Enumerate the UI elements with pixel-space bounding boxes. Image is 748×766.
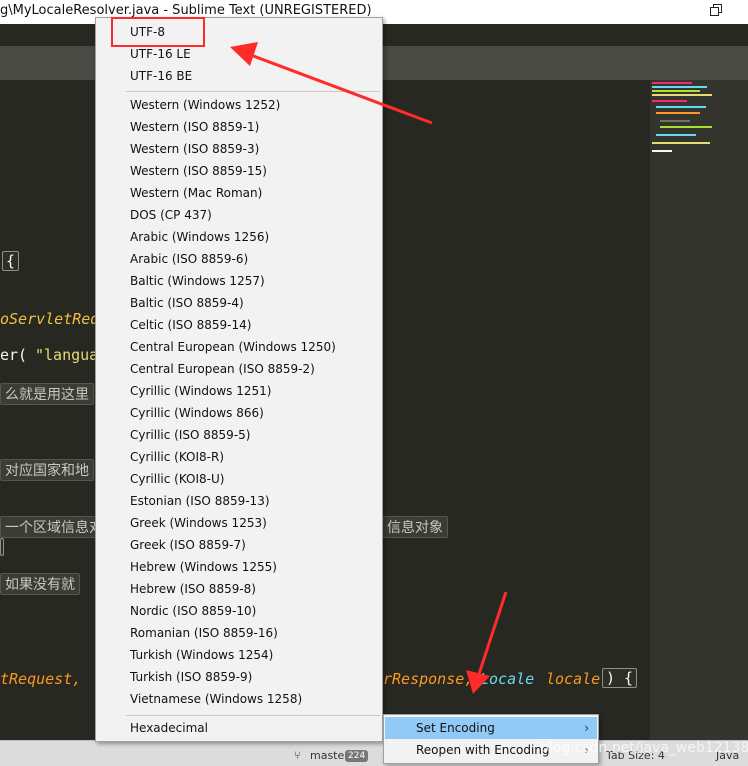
encoding-item-greek-windows-1253[interactable]: Greek (Windows 1253) bbox=[130, 512, 267, 534]
reopen-with-encoding-label: Reopen with Encoding bbox=[416, 743, 550, 757]
set-encoding-item[interactable]: Set Encoding › bbox=[385, 717, 597, 739]
code-get-parameter: er( bbox=[0, 346, 28, 364]
window-title: g\MyLocaleResolver.java - Sublime Text (… bbox=[0, 3, 372, 18]
submenu-arrow-icon: › bbox=[584, 721, 589, 735]
encoding-item-romanian-iso-8859-16[interactable]: Romanian (ISO 8859-16) bbox=[130, 622, 278, 644]
code-response-param: rResponse, bbox=[383, 670, 474, 688]
encoding-item-estonian-iso-8859-13[interactable]: Estonian (ISO 8859-13) bbox=[130, 490, 270, 512]
git-branch[interactable]: master bbox=[310, 749, 349, 762]
code-comment-2: 对应国家和地 bbox=[0, 459, 94, 481]
branch-icon: ⑂ bbox=[294, 749, 301, 762]
encoding-item-cyrillic-koi8-r[interactable]: Cyrillic (KOI8-R) bbox=[130, 446, 224, 468]
code-comment-3b: 信息对象 bbox=[382, 516, 448, 538]
encoding-item-cyrillic-iso-8859-5[interactable]: Cyrillic (ISO 8859-5) bbox=[130, 424, 250, 446]
annotation-highlight-box bbox=[111, 17, 205, 47]
encoding-item-western-iso-8859-1[interactable]: Western (ISO 8859-1) bbox=[130, 116, 259, 138]
encoding-item-western-iso-8859-3[interactable]: Western (ISO 8859-3) bbox=[130, 138, 259, 160]
encoding-item-nordic-iso-8859-10[interactable]: Nordic (ISO 8859-10) bbox=[130, 600, 256, 622]
encoding-item-baltic-iso-8859-4[interactable]: Baltic (ISO 8859-4) bbox=[130, 292, 244, 314]
code-locale-type: Locale bbox=[480, 670, 535, 688]
encoding-item-turkish-iso-8859-9[interactable]: Turkish (ISO 8859-9) bbox=[130, 666, 252, 688]
encoding-item-baltic-windows-1257[interactable]: Baltic (Windows 1257) bbox=[130, 270, 265, 292]
restore-icon[interactable] bbox=[710, 4, 724, 18]
encoding-item-central-european-iso-8859-2[interactable]: Central European (ISO 8859-2) bbox=[130, 358, 315, 380]
encoding-item-utf-16-be[interactable]: UTF-16 BE bbox=[130, 65, 192, 87]
encoding-item-dos-cp-437[interactable]: DOS (CP 437) bbox=[130, 204, 212, 226]
encoding-item-hexadecimal[interactable]: Hexadecimal bbox=[130, 717, 208, 739]
encoding-item-hebrew-iso-8859-8[interactable]: Hebrew (ISO 8859-8) bbox=[130, 578, 256, 600]
encoding-item-cyrillic-koi8-u[interactable]: Cyrillic (KOI8-U) bbox=[130, 468, 224, 490]
code-close-brace: ) { bbox=[602, 668, 638, 688]
encoding-item-hebrew-windows-1255[interactable]: Hebrew (Windows 1255) bbox=[130, 556, 277, 578]
encoding-item-arabic-windows-1256[interactable]: Arabic (Windows 1256) bbox=[130, 226, 269, 248]
code-comment-4: 如果没有就 bbox=[0, 573, 80, 595]
encoding-item-cyrillic-windows-866[interactable]: Cyrillic (Windows 866) bbox=[130, 402, 264, 424]
code-bracket-marker bbox=[0, 538, 4, 556]
code-servlet-request: oServletReq bbox=[0, 310, 100, 328]
code-comment-3: 一个区域信息对 bbox=[0, 516, 108, 538]
branch-count-badge: 224 bbox=[345, 750, 369, 762]
encoding-submenu: Set Encoding › Reopen with Encoding › bbox=[383, 714, 599, 764]
watermark: blog.csdn.net/java_web12138 bbox=[540, 740, 748, 756]
encoding-item-western-mac-roman[interactable]: Western (Mac Roman) bbox=[130, 182, 262, 204]
menu-separator bbox=[126, 715, 380, 716]
code-request-param: tRequest, bbox=[0, 670, 82, 688]
encoding-item-turkish-windows-1254[interactable]: Turkish (Windows 1254) bbox=[130, 644, 273, 666]
code-brace: { bbox=[2, 251, 20, 271]
encoding-menu: UTF-8 UTF-16 LE UTF-16 BE Western (Windows… bbox=[95, 17, 383, 742]
encoding-item-arabic-iso-8859-6[interactable]: Arabic (ISO 8859-6) bbox=[130, 248, 248, 270]
encoding-item-western-iso-8859-15[interactable]: Western (ISO 8859-15) bbox=[130, 160, 267, 182]
code-comment-1: 么就是用这里 bbox=[0, 383, 94, 405]
code-string-literal: "langua bbox=[35, 346, 99, 364]
encoding-item-central-european-windows-1250[interactable]: Central European (Windows 1250) bbox=[130, 336, 336, 358]
encoding-item-celtic-iso-8859-14[interactable]: Celtic (ISO 8859-14) bbox=[130, 314, 251, 336]
encoding-item-greek-iso-8859-7[interactable]: Greek (ISO 8859-7) bbox=[130, 534, 246, 556]
code-locale-param: locale bbox=[546, 670, 601, 688]
set-encoding-label: Set Encoding bbox=[416, 721, 495, 735]
encoding-item-vietnamese-windows-1258[interactable]: Vietnamese (Windows 1258) bbox=[130, 688, 302, 710]
encoding-item-western-windows-1252[interactable]: Western (Windows 1252) bbox=[130, 94, 280, 116]
menu-separator bbox=[126, 91, 380, 92]
minimap[interactable] bbox=[650, 80, 748, 740]
encoding-item-cyrillic-windows-1251[interactable]: Cyrillic (Windows 1251) bbox=[130, 380, 271, 402]
